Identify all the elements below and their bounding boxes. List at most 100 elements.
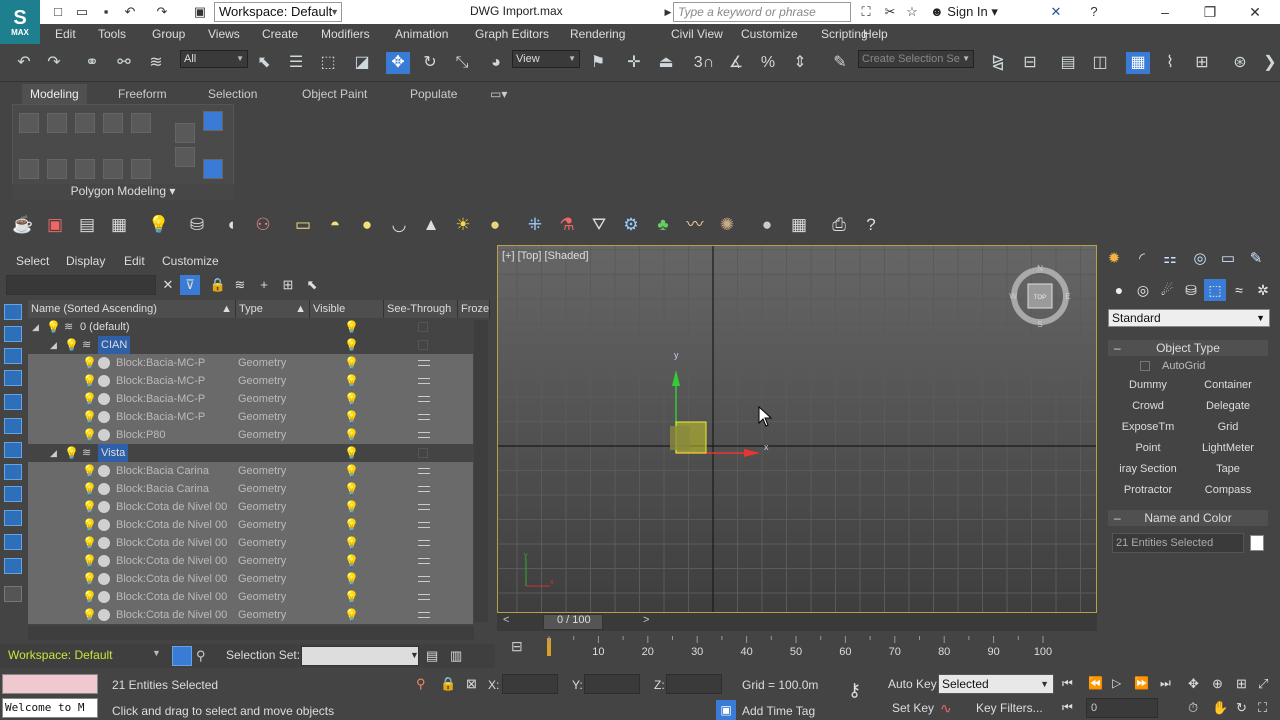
object-light-icon[interactable]: 💡	[82, 606, 97, 624]
object-type-button[interactable]: ExposeTm	[1110, 418, 1186, 436]
object-type-button[interactable]: Tape	[1190, 460, 1266, 478]
add-time-tag-button[interactable]: Add Time Tag	[742, 704, 815, 718]
light-lister-icon[interactable]: 💡	[148, 214, 170, 236]
visible-toggle-icon[interactable]: 💡	[344, 462, 359, 480]
molecule-icon[interactable]: ⚗	[556, 214, 578, 236]
video-post-icon[interactable]: ⚇	[252, 214, 274, 236]
rollout-name-color[interactable]: – Name and Color	[1108, 510, 1268, 526]
hemisphere-icon[interactable]: ◓	[324, 214, 346, 236]
restore-button[interactable]: ❐	[1195, 2, 1225, 22]
render-frame-icon[interactable]: ▣	[44, 214, 66, 236]
ribbon-tool-icon[interactable]	[175, 123, 195, 143]
visible-toggle-icon[interactable]: 💡	[344, 354, 359, 372]
see-through-toggle[interactable]	[418, 612, 430, 618]
layer-row[interactable]: ◢ 💡 ≋ 0 (default) 💡	[28, 318, 473, 336]
bind-space-warp-icon[interactable]: ≋	[144, 52, 168, 74]
table-row[interactable]: 💡 Block:Cota de Nivel 00 Geometry 💡	[28, 588, 473, 606]
current-frame-input[interactable]: 0	[1086, 698, 1158, 718]
se-menu-edit[interactable]: Edit	[124, 254, 145, 268]
sign-in-button[interactable]: ☻ Sign In ▾	[930, 4, 998, 20]
visible-toggle-icon[interactable]: 💡	[344, 480, 359, 498]
select-in-layer-icon[interactable]: ⬉	[302, 275, 322, 295]
menu-rendering[interactable]: Rendering	[570, 27, 625, 41]
object-type-button[interactable]: Dummy	[1110, 376, 1186, 394]
maximize-viewport-icon[interactable]: ⛶	[1258, 700, 1267, 716]
object-light-icon[interactable]: 💡	[82, 354, 97, 372]
schematic-view-icon[interactable]: ⊞	[1190, 52, 1214, 74]
column-header-frozen[interactable]: Froze	[458, 300, 490, 318]
see-through-toggle[interactable]	[418, 360, 430, 366]
menu-edit[interactable]: Edit	[55, 27, 76, 41]
play-icon[interactable]: ▷	[1112, 676, 1121, 690]
snaps-toggle-icon[interactable]: 3∩	[692, 52, 716, 74]
object-light-icon[interactable]: 💡	[82, 516, 97, 534]
menu-help[interactable]: Help	[863, 27, 888, 41]
table-row[interactable]: 💡 Block:Cota de Nivel 00 Geometry 💡	[28, 570, 473, 588]
viewport-label[interactable]: [+] [Top] [Shaded]	[502, 250, 589, 262]
save-icon[interactable]: ▪	[98, 4, 114, 20]
object-light-icon[interactable]: 💡	[82, 372, 97, 390]
gear-icon[interactable]: ⚙	[620, 214, 642, 236]
menu-scripting[interactable]: Scripting	[821, 27, 868, 41]
see-through-toggle[interactable]	[418, 432, 430, 438]
expand-toggle-icon[interactable]: ◢	[50, 444, 57, 462]
selection-lock-icon[interactable]: 🔒	[440, 676, 456, 692]
menu-animation[interactable]: Animation	[395, 27, 448, 41]
ribbon-options-icon[interactable]: ▭▾	[482, 84, 515, 104]
object-type-button[interactable]: Protractor	[1110, 481, 1186, 499]
selection-set-save-icon[interactable]: ▥	[450, 648, 462, 664]
tab-selection[interactable]: Selection	[200, 84, 265, 104]
select-scale-icon[interactable]: ⤡	[450, 52, 474, 74]
render-setup-icon[interactable]: ❯	[1258, 52, 1280, 74]
ribbon-tool-icon[interactable]	[103, 113, 123, 133]
time-slider[interactable]: < 0 / 100 >	[497, 613, 1097, 631]
visible-toggle-icon[interactable]: 💡	[344, 606, 359, 624]
see-through-toggle[interactable]	[418, 378, 430, 384]
named-selection-dropdown[interactable]: Create Selection Se ▼	[858, 50, 974, 68]
menu-graph-editors[interactable]: Graph Editors	[475, 27, 549, 41]
lock-icon[interactable]: 🔒	[208, 275, 228, 295]
expand-toggle-icon[interactable]: ◢	[32, 318, 39, 336]
object-light-icon[interactable]: 💡	[82, 534, 97, 552]
spinner-snap-icon[interactable]: ⇕	[788, 52, 812, 74]
se-menu-customize[interactable]: Customize	[162, 254, 219, 268]
print-size-icon[interactable]: ⎙	[828, 214, 850, 236]
layer-toggle-icon[interactable]	[172, 646, 192, 666]
ribbon-tool-icon[interactable]	[203, 159, 223, 179]
orbit-icon[interactable]: ↻	[1236, 700, 1247, 716]
scene-search-input[interactable]	[6, 275, 156, 295]
zoom-extents-icon[interactable]: ✥	[1188, 676, 1199, 692]
time-tag-icon[interactable]: ▣	[716, 700, 736, 720]
isolate-selection-icon[interactable]: ⚲	[416, 676, 426, 692]
object-light-icon[interactable]: 💡	[82, 426, 97, 444]
table-row[interactable]: 💡 Block:Cota de Nivel 00 Geometry 💡	[28, 498, 473, 516]
select-object-icon[interactable]: ⬉	[252, 52, 276, 74]
help-icon[interactable]: ?	[860, 214, 882, 236]
selection-set-dropdown[interactable]	[301, 646, 419, 666]
placement-icon[interactable]: ◕	[484, 52, 508, 74]
visible-toggle-icon[interactable]: 💡	[344, 408, 359, 426]
maxscript-listener-top[interactable]	[2, 674, 98, 694]
visible-toggle-icon[interactable]: 💡	[344, 336, 359, 354]
camera-icon[interactable]: ⛁	[186, 214, 208, 236]
object-name-field[interactable]: 21 Entities Selected	[1112, 533, 1244, 553]
layer-light-icon[interactable]: 💡	[64, 336, 79, 354]
cloth-icon[interactable]: ✺	[716, 214, 738, 236]
minimize-button[interactable]: –	[1150, 2, 1180, 22]
object-type-button[interactable]: iray Section	[1110, 460, 1186, 478]
layer-row[interactable]: ◢ 💡 ≋ Vista 💡	[28, 444, 473, 462]
hierarchy-icon[interactable]: ⊞	[278, 275, 298, 295]
column-header-type[interactable]: Type ▲	[236, 300, 310, 318]
helper-category-dropdown[interactable]: Standard ▼	[1108, 309, 1270, 327]
horizontal-scrollbar[interactable]	[28, 626, 474, 640]
systems-icon[interactable]: ✲	[1252, 279, 1274, 301]
teapot-icon[interactable]: ☕	[12, 214, 34, 236]
rectangle-selection-icon[interactable]: ⬚	[316, 52, 340, 74]
visible-toggle-icon[interactable]: 💡	[344, 498, 359, 516]
environment-icon[interactable]: ▦	[108, 214, 130, 236]
link-icon[interactable]: ⚭	[80, 52, 104, 74]
sun-icon[interactable]: ☀	[452, 214, 474, 236]
object-color-swatch[interactable]	[1250, 535, 1264, 551]
layer-manager-icon[interactable]: ◫	[1088, 52, 1112, 74]
se-menu-display[interactable]: Display	[66, 254, 105, 268]
